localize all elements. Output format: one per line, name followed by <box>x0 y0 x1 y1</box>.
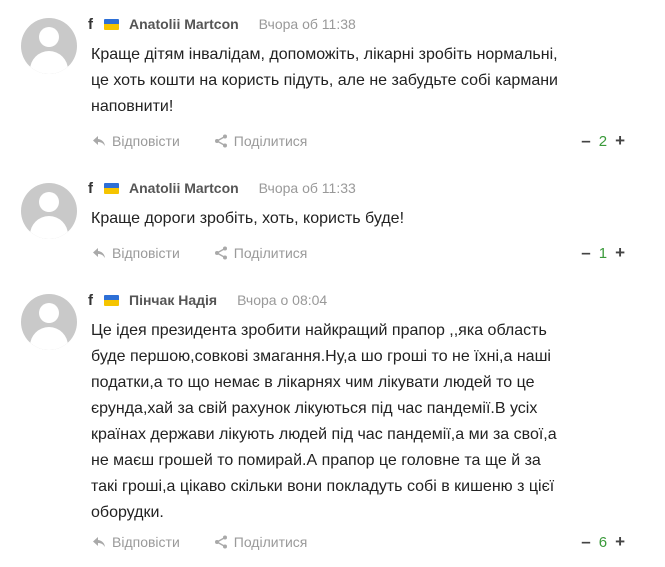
avatar <box>21 294 77 350</box>
share-icon <box>214 246 227 260</box>
vote-down-button[interactable]: – <box>581 131 590 151</box>
facebook-icon: f <box>88 179 93 197</box>
vote-up-button[interactable]: + <box>615 532 625 552</box>
comment-text: Це ідея президента зробити найкращий пра… <box>91 322 557 521</box>
share-label: Поділитися <box>233 245 308 261</box>
facebook-icon: f <box>88 15 93 33</box>
vote-count: 2 <box>598 132 608 150</box>
avatar <box>21 18 77 74</box>
avatar <box>21 183 77 239</box>
comment-time: Вчора о 08:04 <box>237 292 328 308</box>
share-icon <box>214 535 227 549</box>
comment-text: Краще дітям інвалідам, допоможіть, лікар… <box>91 46 558 115</box>
ukraine-flag-icon <box>104 18 119 30</box>
vote-down-button[interactable]: – <box>581 532 590 552</box>
reply-label: Відповісти <box>112 245 180 261</box>
share-button[interactable]: Поділитися <box>214 534 308 550</box>
vote-up-button[interactable]: + <box>615 131 625 151</box>
vote-count: 6 <box>598 533 608 551</box>
reply-label: Відповісти <box>112 534 180 550</box>
comment-meta: f Пінчак Надія Вчора о 08:04 <box>88 290 327 310</box>
reply-button[interactable]: Відповісти <box>92 245 180 261</box>
comment-time: Вчора об 11:38 <box>258 16 356 32</box>
vote-count: 1 <box>598 244 608 262</box>
share-label: Поділитися <box>233 133 308 149</box>
share-label: Поділитися <box>233 534 308 550</box>
reply-arrow-icon <box>93 248 105 258</box>
comment-text: Краще дороги зробіть, хоть, користь буде… <box>91 210 405 227</box>
author-name[interactable]: Anatolii Martcon <box>129 180 239 196</box>
author-name[interactable]: Пінчак Надія <box>129 292 217 308</box>
author-name[interactable]: Anatolii Martcon <box>129 16 239 32</box>
comment-actions: Відповісти Поділитися <box>92 532 307 552</box>
reply-arrow-icon <box>93 136 105 146</box>
share-button[interactable]: Поділитися <box>214 245 308 261</box>
reply-button[interactable]: Відповісти <box>92 534 180 550</box>
reply-button[interactable]: Відповісти <box>92 133 180 149</box>
share-button[interactable]: Поділитися <box>214 133 308 149</box>
comment-actions: Відповісти Поділитися <box>92 131 307 151</box>
vote-widget: – 6 + <box>581 532 625 552</box>
facebook-icon: f <box>88 291 93 309</box>
ukraine-flag-icon <box>104 294 119 306</box>
comment-actions: Відповісти Поділитися <box>92 243 307 263</box>
comment-meta: f Anatolii Martcon Вчора об 11:33 <box>88 178 356 198</box>
comment-time: Вчора об 11:33 <box>258 180 356 196</box>
reply-arrow-icon <box>93 537 105 547</box>
comment-meta: f Anatolii Martcon Вчора об 11:38 <box>88 14 356 34</box>
ukraine-flag-icon <box>104 182 119 194</box>
vote-widget: – 1 + <box>581 243 625 263</box>
share-icon <box>214 134 227 148</box>
reply-label: Відповісти <box>112 133 180 149</box>
vote-widget: – 2 + <box>581 131 625 151</box>
vote-up-button[interactable]: + <box>615 243 625 263</box>
vote-down-button[interactable]: – <box>581 243 590 263</box>
